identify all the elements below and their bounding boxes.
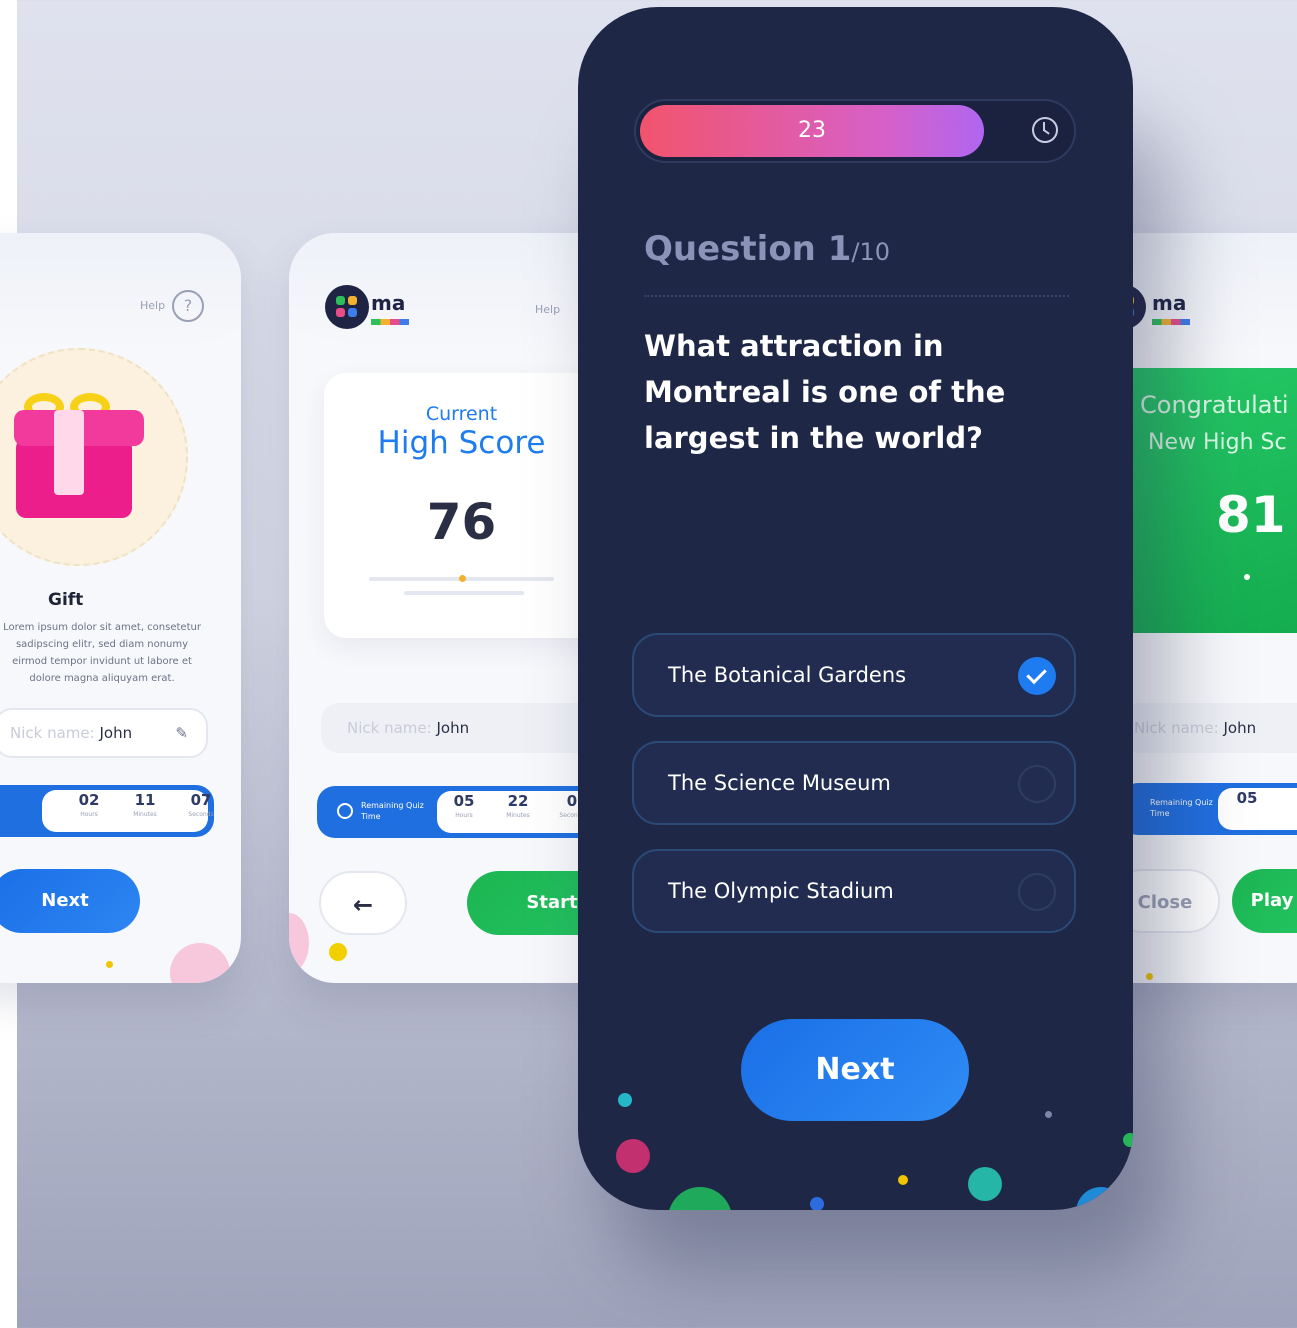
confetti-dot (1123, 1133, 1133, 1147)
answer-option[interactable]: The Science Museum (632, 741, 1076, 825)
confetti-dot (1045, 1111, 1052, 1118)
nick-name-field[interactable]: Nick name: John (321, 703, 621, 753)
app-logo-bars (371, 319, 409, 325)
score-divider-dot (1244, 574, 1250, 580)
nick-name-value: John (436, 719, 470, 737)
radio-icon[interactable] (1018, 765, 1056, 803)
remaining-time-label: Remaining Quiz Time (361, 801, 424, 821)
clock-icon (337, 803, 353, 819)
help-icon[interactable]: ? (172, 290, 204, 322)
quiz-timer-bar: 23 (634, 99, 1076, 163)
question-number: Question 1/10 (644, 229, 890, 269)
confetti-dot (170, 943, 230, 983)
gift-title: Gift (48, 590, 84, 610)
question-divider (644, 295, 1069, 297)
app-logo-text: ma (371, 291, 406, 315)
confetti-dot (668, 1187, 732, 1210)
gift-description: Lorem ipsum dolor sit amet, consetetur s… (3, 622, 201, 684)
clock-icon (1032, 117, 1058, 143)
timer-hours: 05 (1236, 789, 1258, 807)
timer-seconds: 07 (190, 791, 212, 809)
question-total: /10 (851, 238, 890, 266)
confetti-dot (616, 1139, 650, 1173)
answer-option[interactable]: The Olympic Stadium (632, 849, 1076, 933)
timer-hours: 02 (78, 791, 100, 809)
score-title: High Score (377, 425, 546, 461)
nick-name-value: John (1223, 719, 1257, 737)
countdown-timer: 02 Hours 11 Minutes 07 Seconds (0, 785, 214, 837)
confetti-dot (898, 1175, 908, 1185)
confetti-dot (289, 913, 309, 973)
confetti-dot (329, 943, 347, 961)
nick-name-field[interactable]: Nick name: John ✎ (0, 708, 208, 758)
answer-option-label: The Botanical Gardens (668, 663, 907, 687)
question-label: Question 1 (644, 229, 852, 269)
edit-pencil-icon[interactable]: ✎ (175, 710, 188, 756)
score-divider-dot (459, 575, 466, 582)
new-score-value: 81 (1216, 486, 1286, 544)
question-text: What attraction in Montreal is one of th… (644, 329, 1006, 455)
nick-name-label: Nick name: (10, 724, 95, 742)
quiz-screen: 23 Question 1/10 What attraction in Mont… (578, 7, 1133, 1210)
answer-option[interactable]: The Botanical Gardens (632, 633, 1076, 717)
confetti-dot (810, 1197, 824, 1210)
confetti-dot (968, 1167, 1002, 1201)
answer-option-label: The Olympic Stadium (668, 879, 894, 903)
help-label: Help (140, 299, 166, 312)
score-caption: Current (425, 403, 498, 425)
confetti-dot (618, 1093, 632, 1107)
next-button[interactable]: Next (0, 869, 140, 933)
radio-icon[interactable] (1018, 873, 1056, 911)
play-button[interactable]: Play (1232, 869, 1297, 933)
checkmark-icon[interactable] (1018, 657, 1056, 695)
timer-minutes: 11 (134, 791, 156, 809)
gift-ribbon (54, 410, 84, 495)
quiz-timer-fill: 23 (640, 105, 984, 157)
nick-name-value: John (99, 724, 133, 742)
back-arrow-icon[interactable]: ← (319, 871, 407, 935)
answer-option-label: The Science Museum (668, 771, 891, 795)
score-value: 76 (426, 493, 497, 551)
quiz-timer-value: 23 (798, 118, 826, 143)
timer-hours: 05 (453, 792, 475, 810)
nick-name-label: Nick name: (347, 719, 432, 737)
help-label: Help (535, 303, 561, 316)
next-button[interactable]: Next (741, 1019, 969, 1121)
gift-card: Help ? Gift Lorem ipsum dolor sit amet, … (0, 233, 241, 983)
confetti-dot (106, 961, 113, 968)
app-logo-icon (325, 285, 369, 329)
timer-minutes: 22 (507, 792, 529, 810)
